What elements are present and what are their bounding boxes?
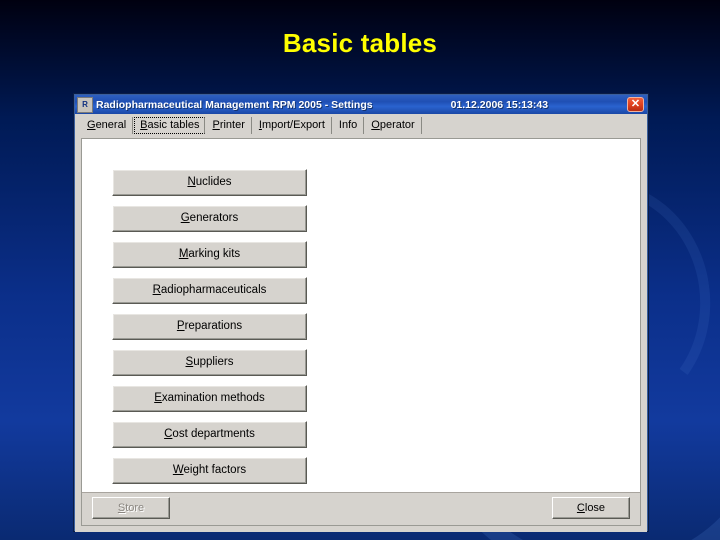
basic-tables-button-column: Nuclides Generators Marking kits Radioph… [112,169,307,493]
tab-import-export-label: mport/Export [261,119,325,131]
app-icon: R [77,96,93,113]
tab-printer-label: rinter [219,119,245,131]
button-marking-kits[interactable]: Marking kits [112,241,307,268]
button-nuclides[interactable]: Nuclides [112,169,307,196]
window-client-area: Nuclides Generators Marking kits Radioph… [75,134,647,532]
tab-info-label: Info [338,119,358,131]
tab-strip: General Basic tables Printer Import/Expo… [75,114,647,134]
tab-basic-tables[interactable]: Basic tables [134,117,206,134]
button-examination-methods[interactable]: Examination methods [112,385,307,412]
window-title: Radiopharmaceutical Management RPM 2005 … [96,98,373,111]
tab-operator-label: perator [379,119,415,131]
button-cost-departments[interactable]: Cost departments [112,421,307,448]
close-button[interactable]: Close [552,497,630,519]
close-icon[interactable]: ✕ [627,97,644,112]
tab-basic-tables-label: asic tables [147,119,200,131]
tab-info[interactable]: Info [333,117,365,134]
window-footer: Store Close [82,492,640,525]
settings-window: R Radiopharmaceutical Management RPM 200… [74,94,648,532]
basic-tables-panel: Nuclides Generators Marking kits Radioph… [81,138,641,526]
button-radiopharmaceuticals[interactable]: Radiopharmaceuticals [112,277,307,304]
tab-operator[interactable]: Operator [365,117,422,134]
window-titlebar: R Radiopharmaceutical Management RPM 200… [75,95,647,114]
button-suppliers[interactable]: Suppliers [112,349,307,376]
tab-printer[interactable]: Printer [206,117,252,134]
store-button[interactable]: Store [92,497,170,519]
tab-import-export[interactable]: Import/Export [253,117,332,134]
tab-general-label: eneral [95,119,127,131]
tab-general[interactable]: General [81,117,134,134]
button-generators[interactable]: Generators [112,205,307,232]
button-weight-factors[interactable]: Weight factors [112,457,307,484]
window-datetime: 01.12.2006 15:13:43 [450,98,549,111]
page-title: Basic tables [282,28,438,58]
button-preparations[interactable]: Preparations [112,313,307,340]
slide: Basic tables R Radiopharmaceutical Manag… [0,0,720,540]
